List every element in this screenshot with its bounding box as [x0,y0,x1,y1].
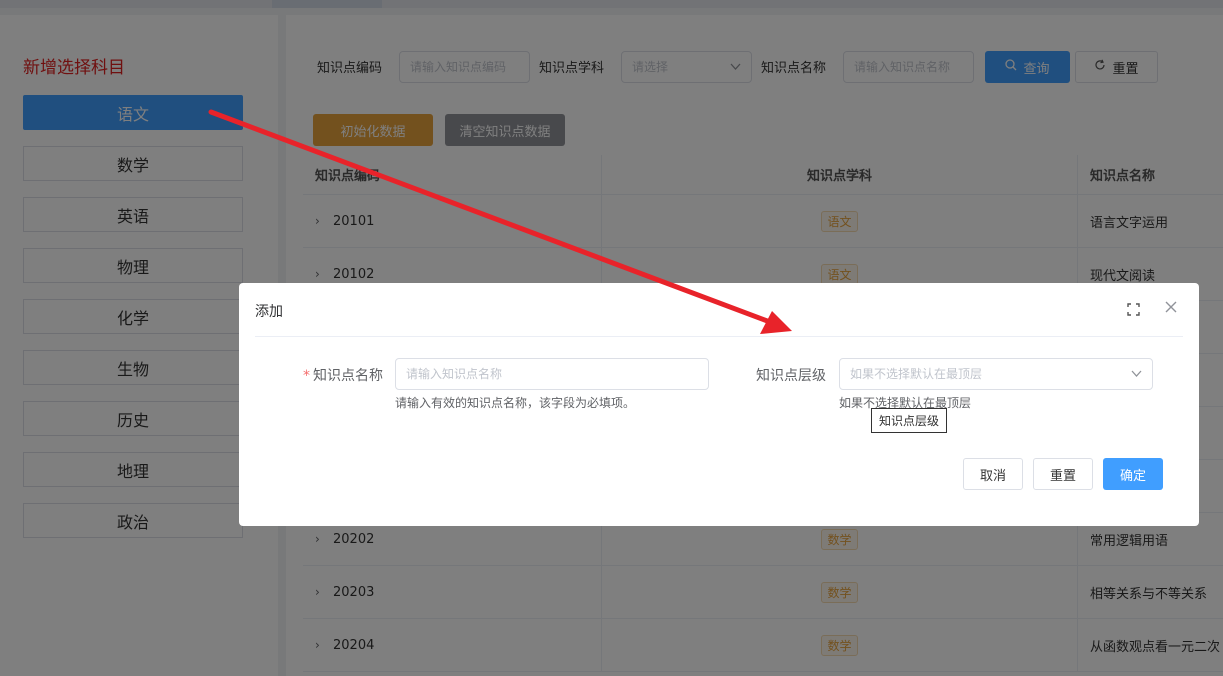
form-name-label-text: 知识点名称 [313,368,383,384]
level-select-placeholder: 如果不选择默认在最顶层 [850,367,983,381]
close-icon[interactable] [1163,300,1179,316]
dialog-reset-button[interactable]: 重置 [1033,458,1093,490]
form-level-label: 知识点层级 [756,368,826,384]
required-marker: * [303,368,310,384]
knowledge-level-select[interactable]: 如果不选择默认在最顶层 [839,358,1153,390]
cancel-button[interactable]: 取消 [963,458,1023,490]
add-dialog: 添加 * 知识点名称 请输入知识点名称 请输入有效的知识点名称，该字段为必填项。 … [239,283,1199,526]
chevron-down-icon [1131,359,1142,389]
level-tooltip: 知识点层级 [871,408,947,433]
name-hint: 请输入有效的知识点名称，该字段为必填项。 [395,396,636,410]
dialog-title: 添加 [255,304,283,320]
knowledge-name-input[interactable]: 请输入知识点名称 [395,358,709,390]
fullscreen-icon[interactable] [1127,303,1140,316]
dialog-divider [255,336,1183,337]
confirm-button[interactable]: 确定 [1103,458,1163,490]
form-name-label: * 知识点名称 [303,365,383,385]
